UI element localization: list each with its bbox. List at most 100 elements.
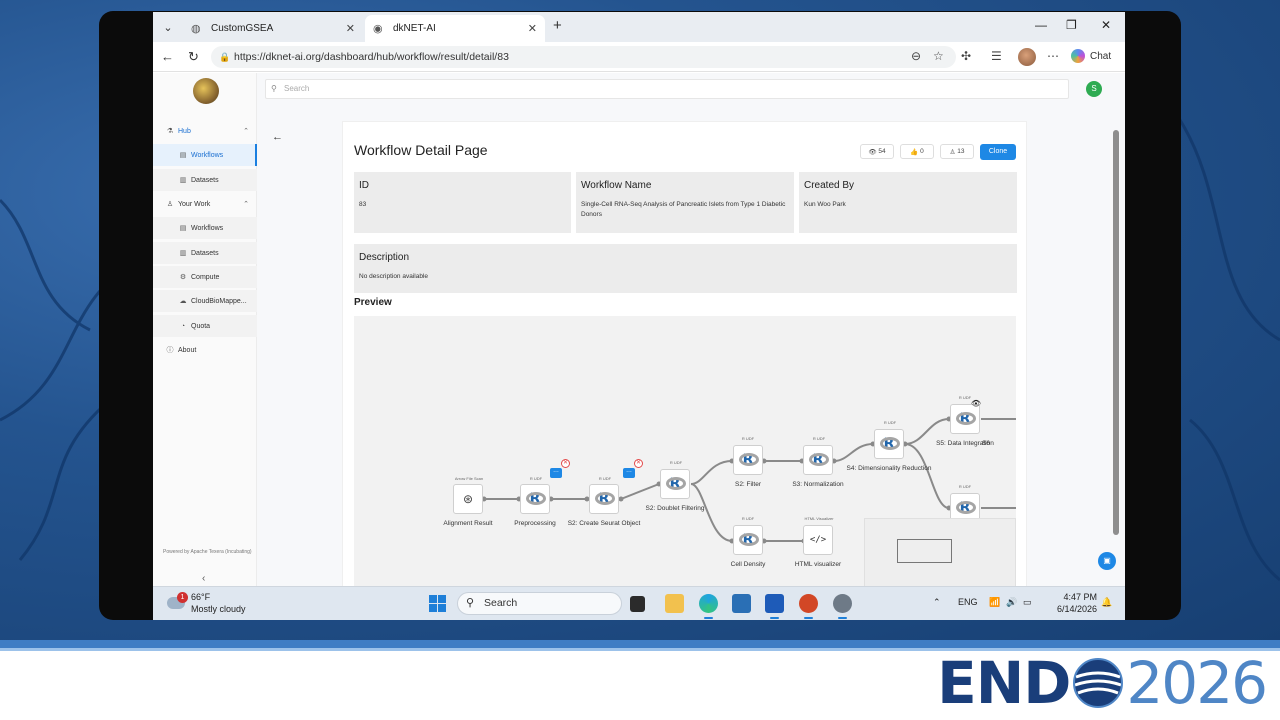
- sidebar-item-about[interactable]: ⓘ About: [153, 339, 257, 361]
- comment-icon[interactable]: …: [623, 468, 635, 478]
- dataset-icon: ▥: [179, 250, 187, 257]
- file-explorer-icon[interactable]: [665, 594, 684, 613]
- sidebar-group-hub[interactable]: ⚗ Hub ⌃: [153, 120, 257, 142]
- task-view-icon[interactable]: [630, 596, 645, 612]
- back-icon[interactable]: ←: [161, 49, 174, 64]
- tab-customgsea[interactable]: ◍ CustomGSEA ✕: [183, 15, 363, 42]
- taskbar-search[interactable]: ⚲ Search: [457, 592, 622, 615]
- chevron-up-icon: ⌃: [243, 201, 249, 208]
- copilot-chat-button[interactable]: Chat: [1071, 49, 1111, 63]
- comment-icon[interactable]: …: [550, 468, 562, 478]
- workflow-icon: ▤: [179, 152, 187, 159]
- site-info-icon[interactable]: 🔒: [219, 46, 230, 68]
- search-icon: ⚲: [466, 597, 475, 609]
- tab-dknet-ai[interactable]: ◉ dkNET-AI ✕: [365, 15, 545, 42]
- user-icon: ♙: [949, 148, 958, 156]
- window-close-icon[interactable]: ✕: [1101, 18, 1111, 32]
- search-icon: ⚲: [271, 84, 277, 93]
- views-button[interactable]: 👁 54: [860, 144, 894, 159]
- browser-window: ⌄ ◍ CustomGSEA ✕ ◉ dkNET-AI ✕ + — ❐ ✕ ← …: [153, 12, 1125, 620]
- new-tab-button[interactable]: +: [553, 17, 562, 34]
- sidebar-item-cloudbiomapper[interactable]: ☁ CloudBioMappe...: [153, 290, 257, 312]
- clone-count-button[interactable]: ♙ 13: [940, 144, 974, 159]
- sidebar-item-quota[interactable]: ◔ Quota: [153, 315, 257, 337]
- user-avatar[interactable]: S: [1086, 81, 1102, 97]
- workflow-name-label: Workflow Name: [581, 180, 652, 191]
- node-type-tag: R UDF: [669, 460, 683, 465]
- node-cell-density[interactable]: R: [733, 525, 763, 555]
- refresh-icon[interactable]: ↻: [188, 49, 199, 65]
- scrollbar-thumb[interactable]: [1113, 130, 1119, 535]
- created-by-label: Created By: [804, 180, 855, 191]
- store-icon[interactable]: [732, 594, 751, 613]
- error-icon[interactable]: ✕: [634, 459, 643, 468]
- edge-browser-icon[interactable]: [699, 594, 718, 619]
- workflow-canvas[interactable]: Arrow File Scan ⊛ Alignment Result R UDF…: [354, 316, 1016, 592]
- node-filter[interactable]: R: [733, 445, 763, 475]
- notification-icon[interactable]: 🔔: [1101, 597, 1112, 608]
- workflow-minimap[interactable]: [864, 518, 1016, 592]
- weather-widget[interactable]: 1 66°F Mostly cloudy: [165, 591, 246, 615]
- wifi-icon[interactable]: 📶: [989, 597, 1000, 608]
- powerpoint-icon[interactable]: [799, 594, 818, 619]
- description-label: Description: [359, 252, 410, 263]
- node-html-visualizer[interactable]: </>: [803, 525, 833, 555]
- quota-icon: ◔: [180, 322, 186, 330]
- error-icon[interactable]: ✕: [561, 459, 570, 468]
- settings-icon[interactable]: [833, 594, 852, 619]
- node-create-seurat-object[interactable]: R: [589, 484, 619, 514]
- sidebar-item-label: CloudBioMappe...: [191, 297, 247, 305]
- search-input[interactable]: ⚲ Search: [265, 79, 1069, 99]
- node-alignment-result[interactable]: ⊛: [453, 484, 483, 514]
- close-icon[interactable]: ✕: [528, 22, 537, 35]
- language-indicator[interactable]: ENG: [958, 597, 978, 607]
- sidebar-group-your-work[interactable]: ♙ Your Work ⌃: [153, 193, 257, 215]
- url-field[interactable]: 🔒 https://dknet-ai.org/dashboard/hub/wor…: [211, 46, 956, 68]
- eye-icon[interactable]: 👁: [971, 399, 981, 408]
- node-preprocessing[interactable]: R: [520, 484, 550, 514]
- extensions-icon[interactable]: ✣: [961, 49, 971, 63]
- sidebar-item-hub-datasets[interactable]: ▥ Datasets: [153, 169, 257, 191]
- chevron-up-icon[interactable]: ⌃: [933, 597, 941, 608]
- volume-icon[interactable]: 🔊: [1006, 597, 1017, 608]
- favorite-star-icon[interactable]: ☆: [933, 49, 944, 63]
- start-button[interactable]: [429, 595, 446, 612]
- likes-count: 0: [920, 148, 924, 155]
- logo-text: END: [937, 649, 1071, 717]
- close-icon[interactable]: ✕: [346, 22, 355, 35]
- node-dimensionality-reduction[interactable]: R: [874, 429, 904, 459]
- sidebar-group-label: Your Work: [178, 200, 211, 208]
- dknet-logo[interactable]: [193, 78, 219, 104]
- sidebar-item-workflows[interactable]: ▤ Workflows: [153, 217, 257, 239]
- sidebar-item-hub-workflows[interactable]: ▤ Workflows: [153, 144, 257, 166]
- id-box: ID 83: [354, 172, 571, 233]
- like-button[interactable]: 👍 0: [900, 144, 934, 159]
- collapse-sidebar-icon[interactable]: ‹: [202, 573, 205, 584]
- zoom-icon[interactable]: ⊖: [911, 49, 921, 63]
- word-icon[interactable]: [765, 594, 784, 619]
- node-label: S6: [982, 440, 990, 447]
- sidebar-item-datasets[interactable]: ▥ Datasets: [153, 242, 257, 264]
- tab-title: dkNET-AI: [393, 23, 436, 34]
- assistant-fab-icon[interactable]: ▣: [1098, 552, 1116, 570]
- node-doublet-filtering[interactable]: R: [660, 469, 690, 499]
- page-title: Workflow Detail Page: [354, 142, 488, 158]
- restore-icon[interactable]: ❐: [1066, 18, 1077, 32]
- minimize-icon[interactable]: —: [1035, 18, 1047, 32]
- node-normalization[interactable]: R: [803, 445, 833, 475]
- tab-list-button[interactable]: ⌄: [157, 16, 179, 38]
- node-data-integration[interactable]: R 👁: [950, 399, 981, 434]
- system-clock[interactable]: 4:47 PM 6/14/2026: [1049, 591, 1097, 615]
- battery-icon[interactable]: ▭: [1023, 597, 1032, 608]
- sidebar-item-compute[interactable]: ⚙ Compute: [153, 266, 257, 288]
- favorites-icon[interactable]: ☰: [991, 49, 1002, 63]
- eye-icon: 👁: [868, 148, 879, 156]
- more-menu-icon[interactable]: ⋯: [1047, 49, 1059, 63]
- dknet-app: ⚗ Hub ⌃ ▤ Workflows ▥ Datasets ♙ Your Wo…: [153, 73, 1125, 592]
- tab-title: CustomGSEA: [211, 23, 274, 34]
- back-arrow-icon[interactable]: ←: [272, 131, 283, 143]
- minimap-viewport[interactable]: [897, 539, 952, 563]
- page-scrollbar[interactable]: [1111, 118, 1121, 588]
- profile-avatar[interactable]: [1018, 48, 1036, 66]
- clone-button[interactable]: Clone: [980, 144, 1016, 160]
